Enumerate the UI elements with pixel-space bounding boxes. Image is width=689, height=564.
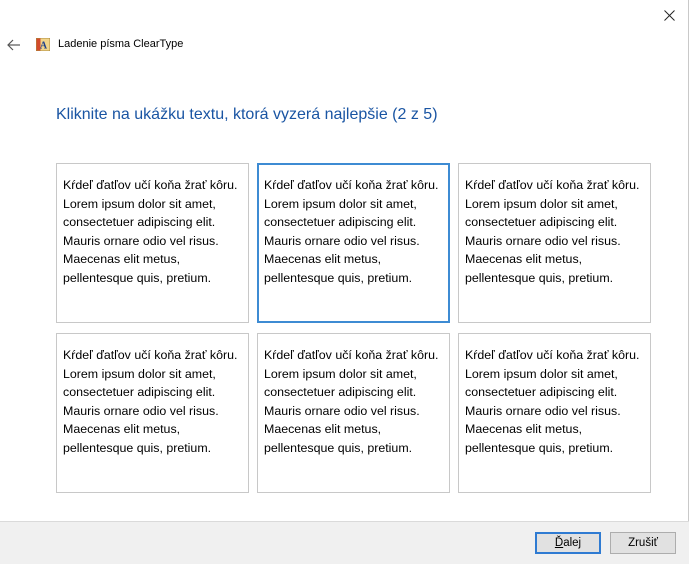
text-sample-1[interactable]: Kŕdeľ ďatľov učí koňa žrať kôru. Lorem i… bbox=[56, 163, 249, 323]
cleartype-app-icon: A bbox=[36, 38, 50, 51]
cleartype-tuner-window: A Ladenie písma ClearType Kliknite na uk… bbox=[0, 0, 689, 564]
cancel-button[interactable]: Zrušiť bbox=[610, 532, 676, 554]
window-title: Ladenie písma ClearType bbox=[58, 38, 184, 50]
sample-text: Kŕdeľ ďatľov učí koňa žrať kôru. Lorem i… bbox=[264, 348, 439, 455]
sample-text: Kŕdeľ ďatľov učí koňa žrať kôru. Lorem i… bbox=[63, 348, 238, 455]
close-icon bbox=[664, 9, 675, 21]
sample-text: Kŕdeľ ďatľov učí koňa žrať kôru. Lorem i… bbox=[63, 178, 238, 285]
next-button[interactable]: Ďalej bbox=[535, 532, 601, 554]
back-arrow-icon bbox=[7, 39, 20, 51]
text-sample-4[interactable]: Kŕdeľ ďatľov učí koňa žrať kôru. Lorem i… bbox=[56, 333, 249, 493]
text-sample-3[interactable]: Kŕdeľ ďatľov učí koňa žrať kôru. Lorem i… bbox=[458, 163, 651, 323]
instruction-heading: Kliknite na ukážku textu, ktorá vyzerá n… bbox=[56, 106, 438, 123]
cancel-button-label: Zrušiť bbox=[628, 537, 658, 549]
next-button-label: alej bbox=[563, 537, 582, 549]
svg-text:A: A bbox=[40, 41, 48, 52]
sample-text: Kŕdeľ ďatľov učí koňa žrať kôru. Lorem i… bbox=[465, 348, 640, 455]
close-button[interactable] bbox=[650, 0, 689, 30]
text-sample-2[interactable]: Kŕdeľ ďatľov učí koňa žrať kôru. Lorem i… bbox=[257, 163, 450, 323]
text-sample-6[interactable]: Kŕdeľ ďatľov učí koňa žrať kôru. Lorem i… bbox=[458, 333, 651, 493]
next-button-accesskey: Ď bbox=[554, 537, 564, 549]
sample-text: Kŕdeľ ďatľov učí koňa žrať kôru. Lorem i… bbox=[264, 178, 439, 285]
sample-text: Kŕdeľ ďatľov učí koňa žrať kôru. Lorem i… bbox=[465, 178, 640, 285]
text-sample-5[interactable]: Kŕdeľ ďatľov učí koňa žrať kôru. Lorem i… bbox=[257, 333, 450, 493]
back-button[interactable] bbox=[4, 36, 24, 54]
